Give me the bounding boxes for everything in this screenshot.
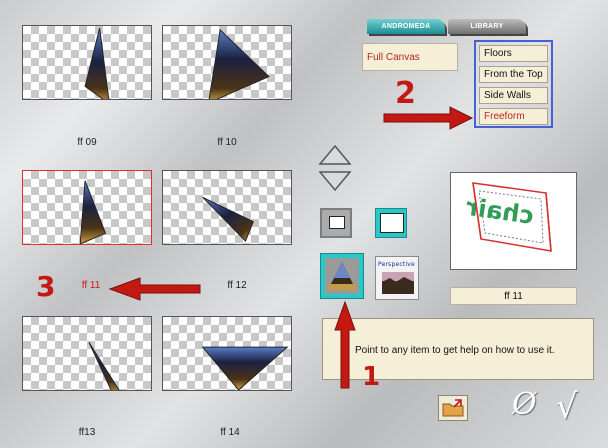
annotation-overlay xyxy=(108,106,474,389)
arrow-left-annotation xyxy=(108,277,201,301)
arrow-up-annotation xyxy=(334,300,356,389)
annotation-number-three: 3 xyxy=(36,270,56,303)
annotation-number-two: 2 xyxy=(395,76,416,111)
filter-window: ANDROMEDA LIBRARY Full Canvas Floors Fro… xyxy=(0,0,608,448)
annotation-number-one: 1 xyxy=(362,362,381,392)
